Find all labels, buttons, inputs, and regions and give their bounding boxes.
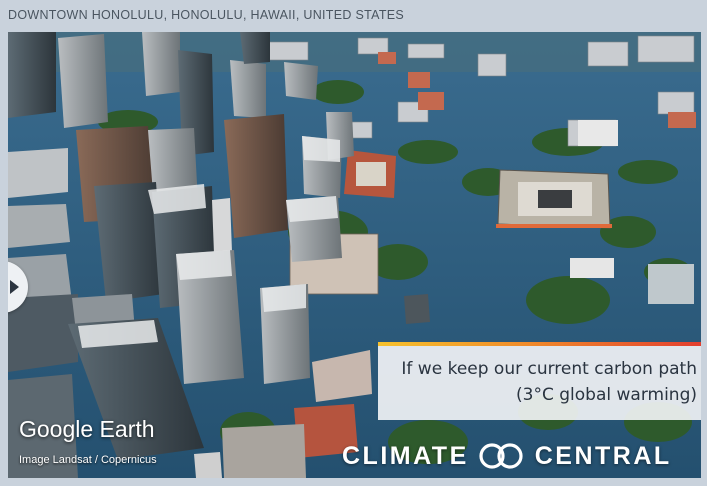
location-title: DOWNTOWN HONOLULU, HONOLULU, HAWAII, UNI… xyxy=(8,8,405,22)
google-earth-logo: Google Earth xyxy=(19,416,155,442)
climate-central-logo: CLIMATE CENTRAL xyxy=(342,441,672,471)
slide-frame: DOWNTOWN HONOLULU, HONOLULU, HAWAII, UNI… xyxy=(0,0,707,486)
interlocking-circles-icon xyxy=(475,442,527,470)
imagery-attribution: Image Landsat / Copernicus xyxy=(19,454,157,466)
flood-scene-image: If we keep our current carbon path (3°C … xyxy=(8,32,701,478)
warming-gradient-bar xyxy=(378,342,701,346)
play-left-arrow-icon xyxy=(10,280,19,294)
brand-word-central: CENTRAL xyxy=(534,441,672,470)
scenario-line-1: If we keep our current carbon path xyxy=(401,359,697,379)
capitol-building xyxy=(496,169,612,229)
scenario-line-2: (3°C global warming) xyxy=(516,385,697,405)
brand-word-climate: CLIMATE xyxy=(342,441,469,470)
scenario-caption: If we keep our current carbon path (3°C … xyxy=(378,342,701,420)
